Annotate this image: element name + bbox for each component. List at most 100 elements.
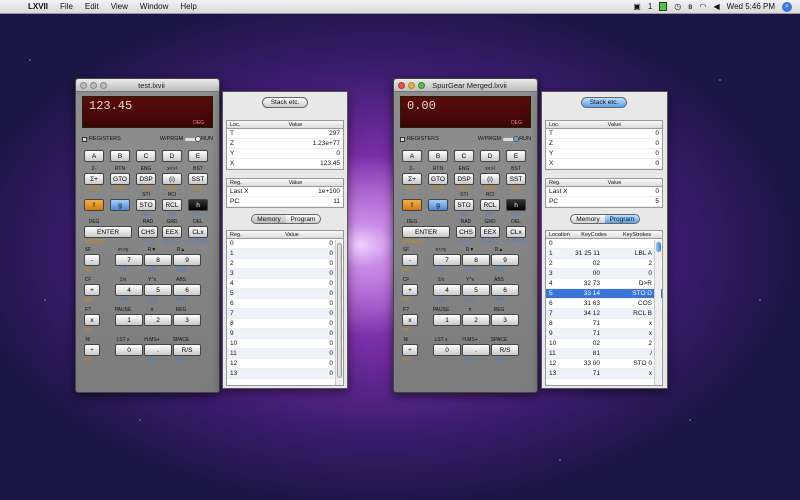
key-r7-3[interactable]: 3	[491, 314, 519, 326]
key-r6-2[interactable]: 5	[462, 284, 490, 296]
table-row[interactable]: 0	[546, 239, 662, 249]
table-row[interactable]: X 123.45	[227, 159, 343, 169]
key-r3-0[interactable]: f	[84, 199, 104, 211]
close-icon[interactable]	[398, 81, 405, 89]
key-r2-4[interactable]: SST	[188, 173, 208, 185]
menu-edit[interactable]: Edit	[79, 2, 105, 11]
key-a[interactable]: A	[84, 150, 104, 162]
table-row[interactable]: Z0	[546, 139, 662, 149]
table-row[interactable]: Z 1.23e+77	[227, 139, 343, 149]
clx-key[interactable]: CLx	[506, 226, 526, 238]
table-row[interactable]: 50	[227, 289, 343, 299]
table-row[interactable]: 13 71 x	[546, 369, 662, 379]
table-row[interactable]: 10 02 2	[546, 339, 662, 349]
table-row[interactable]: Last X 0	[546, 187, 662, 197]
key-r6-0[interactable]: +	[84, 284, 100, 296]
table-row[interactable]: 70	[227, 309, 343, 319]
key-r7-2[interactable]: 2	[462, 314, 490, 326]
zoom-icon[interactable]	[418, 81, 425, 89]
col-value[interactable]: Value	[251, 179, 343, 186]
table-row[interactable]: 6 31 63 COS	[546, 299, 662, 309]
key-r3-0[interactable]: f	[402, 199, 422, 211]
table-row[interactable]: 10	[227, 249, 343, 259]
tab-memory[interactable]: Memory	[252, 215, 286, 223]
clx-key[interactable]: CLx	[188, 226, 208, 238]
key-r7-1[interactable]: 1	[433, 314, 461, 326]
key-r5-3[interactable]: 9	[491, 254, 519, 266]
eex-key[interactable]: EEX	[480, 226, 500, 238]
menu-help[interactable]: Help	[174, 2, 202, 11]
clock[interactable]: Wed 5:46 PM	[727, 2, 775, 11]
key-r5-2[interactable]: 8	[144, 254, 172, 266]
table-row[interactable]: 8 71 x	[546, 319, 662, 329]
prgm-run-switch[interactable]: W/PRGM RUN	[160, 135, 213, 142]
stack-etc-button[interactable]: Stack etc.	[581, 97, 627, 108]
key-r3-1[interactable]: g	[428, 199, 448, 211]
key-r5-0[interactable]: -	[84, 254, 100, 266]
col-loc[interactable]: Loc.	[227, 121, 251, 128]
table-row[interactable]: 5 33 14 STO D	[546, 289, 662, 299]
volume-icon[interactable]: ◀	[714, 2, 720, 11]
key-e[interactable]: E	[506, 150, 526, 162]
key-r2-2[interactable]: DSP	[454, 173, 474, 185]
col-reg[interactable]: Reg.	[546, 179, 570, 186]
wifi-icon[interactable]: ◠	[700, 2, 707, 11]
key-r7-3[interactable]: 3	[173, 314, 201, 326]
table-row[interactable]: 20	[227, 259, 343, 269]
stack-etc-button[interactable]: Stack etc.	[262, 97, 308, 108]
table-row[interactable]: 90	[227, 329, 343, 339]
key-r2-2[interactable]: DSP	[136, 173, 156, 185]
col-keystrokes[interactable]: KeyStrokes	[612, 231, 662, 238]
key-r3-2[interactable]: STO	[454, 199, 474, 211]
col-value[interactable]: Value	[570, 121, 662, 128]
table-row[interactable]: 10 0	[227, 339, 343, 349]
spotlight-icon[interactable]: ⌕	[782, 1, 792, 12]
menu-app[interactable]: LXVII	[22, 2, 54, 11]
key-r7-0[interactable]: x	[402, 314, 418, 326]
chs-key[interactable]: CHS	[138, 226, 158, 238]
table-row[interactable]: 13 0	[227, 369, 343, 379]
key-r8-3[interactable]: R/S	[173, 344, 201, 356]
program-scrollbar[interactable]	[654, 240, 661, 385]
close-icon[interactable]	[80, 81, 87, 89]
table-row[interactable]: PC 5	[546, 197, 662, 207]
key-r3-1[interactable]: g	[110, 199, 130, 211]
col-location[interactable]: Location	[546, 231, 576, 238]
table-row[interactable]: 30	[227, 269, 343, 279]
bluetooth-icon[interactable]: ʙ	[688, 2, 692, 11]
slider-knob[interactable]	[513, 135, 520, 142]
scroll-thumb[interactable]	[656, 242, 661, 252]
table-row[interactable]: 12 0	[227, 359, 343, 369]
input-indicator[interactable]: 1	[648, 2, 652, 11]
table-row[interactable]: 7 34 12 RCL B	[546, 309, 662, 319]
key-r8-0[interactable]: ÷	[84, 344, 100, 356]
key-r8-1[interactable]: 0	[433, 344, 461, 356]
key-r5-2[interactable]: 8	[462, 254, 490, 266]
tab-program[interactable]: Program	[286, 215, 320, 223]
key-r7-2[interactable]: 2	[144, 314, 172, 326]
status-icon[interactable]	[659, 2, 668, 11]
table-row[interactable]: Y0	[227, 149, 343, 159]
table-row[interactable]: 9 71 x	[546, 329, 662, 339]
key-r8-2[interactable]: .	[144, 344, 172, 356]
key-r2-3[interactable]: (i)	[480, 173, 500, 185]
key-r6-1[interactable]: 4	[115, 284, 143, 296]
key-e[interactable]: E	[188, 150, 208, 162]
mode-slider[interactable]	[185, 135, 202, 142]
col-value[interactable]: Value	[251, 231, 343, 238]
key-c[interactable]: C	[454, 150, 474, 162]
table-row[interactable]: 40	[227, 279, 343, 289]
key-r2-3[interactable]: (i)	[162, 173, 182, 185]
scroll-thumb[interactable]	[337, 243, 342, 378]
key-r2-1[interactable]: GTO	[428, 173, 448, 185]
table-row[interactable]: Y0	[546, 149, 662, 159]
table-row[interactable]: T0	[546, 129, 662, 139]
key-r6-2[interactable]: 5	[144, 284, 172, 296]
key-r7-0[interactable]: x	[84, 314, 100, 326]
key-r2-0[interactable]: Σ+	[402, 173, 422, 185]
menu-window[interactable]: Window	[134, 2, 174, 11]
key-a[interactable]: A	[402, 150, 422, 162]
col-reg[interactable]: Reg.	[227, 231, 251, 238]
table-row[interactable]: 11 81 /	[546, 349, 662, 359]
key-r2-0[interactable]: Σ+	[84, 173, 104, 185]
